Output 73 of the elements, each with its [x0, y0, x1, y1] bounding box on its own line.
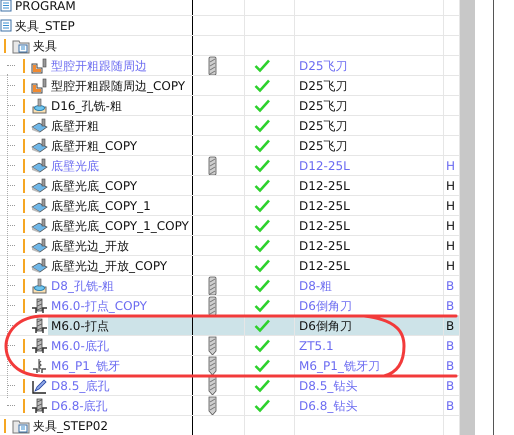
floor-mill-icon [31, 178, 48, 194]
floor-mill-icon [31, 138, 48, 154]
operation-name[interactable]: 底壁开粗 [51, 116, 99, 134]
drill-icon [31, 298, 48, 314]
tool-name: D25飞刀 [299, 78, 348, 94]
program-icon [0, 18, 12, 33]
table-cell-text: H [446, 158, 456, 174]
tool-name: D8-粗 [299, 278, 332, 294]
operation-name[interactable]: D8.5_底孔 [51, 376, 110, 394]
operation-name[interactable]: D6.8-底孔 [51, 396, 108, 414]
operation-name[interactable]: D8_孔铣-粗 [51, 276, 114, 294]
thread-mill-icon [31, 358, 48, 374]
selection-highlight[interactable]: M6.0-打点 D6倒角刀 B [0, 316, 460, 336]
table-cell-text: B [446, 358, 454, 374]
tool-name: D12-25L [299, 178, 350, 194]
table-cell-text: B [446, 278, 454, 294]
drill-icon [31, 398, 48, 414]
tool-name: D12-25L [299, 258, 350, 274]
table-cell-text: H [446, 178, 456, 194]
operation-name[interactable]: 夹具 [33, 36, 57, 54]
table-cell-text: B [446, 318, 454, 334]
operation-name[interactable]: 底壁光底_COPY [51, 176, 138, 194]
tool-name: D25飞刀 [299, 138, 348, 154]
tool-name: D12-25L [299, 158, 350, 174]
program-icon [0, 0, 12, 13]
operation-name[interactable]: 底壁光边_开放 [51, 236, 129, 254]
operation-name[interactable]: M6.0-打点_COPY [51, 296, 147, 314]
tool-name: D25飞刀 [299, 118, 348, 134]
drill-icon [31, 318, 48, 334]
tool-name: D25飞刀 [299, 98, 348, 114]
table-cell-text: H [446, 238, 456, 254]
operation-name[interactable]: M6.0-底孔 [51, 336, 109, 354]
floor-mill-icon [31, 238, 48, 254]
operation-name[interactable]: M6_P1_铣牙 [51, 356, 120, 374]
tool-name: D8.5_钻头 [299, 378, 358, 394]
table-cell-text: B [446, 378, 454, 394]
operation-name[interactable]: 型腔开粗跟随周边_COPY [51, 76, 186, 94]
operation-name[interactable]: 型腔开粗跟随周边 [51, 56, 147, 74]
tool-name: D6倒角刀 [299, 318, 352, 334]
operation-name[interactable]: 底壁光边_开放_COPY [51, 256, 168, 274]
table-cell-text: H [446, 218, 456, 234]
table-cell-text: B [446, 298, 454, 314]
operation-name[interactable]: D16_孔铣-粗 [51, 96, 122, 114]
operation-name[interactable]: 底壁光底_COPY_1_COPY [51, 216, 189, 234]
tool-name: D12-25L [299, 218, 350, 234]
floor-mill-icon [31, 118, 48, 134]
floor-mill-icon [31, 198, 48, 214]
operation-name[interactable]: M6.0-打点 [51, 316, 109, 334]
operation-name[interactable]: 夹具_STEP02 [33, 416, 108, 434]
floor-mill-icon [31, 258, 48, 274]
tool-name: ZT5.1 [299, 338, 334, 354]
table-cell-text: H [446, 258, 456, 274]
tool-name: D6倒角刀 [299, 298, 352, 314]
drill-icon [31, 338, 48, 354]
scrollbar[interactable] [460, 0, 475, 435]
operation-name[interactable]: PROGRAM [15, 0, 76, 14]
operation-name[interactable]: 底壁光底_COPY_1 [51, 196, 151, 214]
tool-name: D25飞刀 [299, 58, 348, 74]
table-cell-text: H [446, 198, 456, 214]
table-cell-text: B [446, 338, 454, 354]
tool-name: D12-25L [299, 198, 350, 214]
hole-mill-icon [31, 98, 48, 114]
tool-name: D6.8_钻头 [299, 398, 358, 414]
tool-name: D12-25L [299, 238, 350, 254]
operation-name[interactable]: 底壁开粗_COPY [51, 136, 138, 154]
hole-mill-icon [31, 278, 48, 294]
floor-mill-icon [31, 218, 48, 234]
tool-name: M6_P1_铣牙刀 [299, 358, 380, 374]
table-cell-text: B [446, 398, 454, 414]
pencil-icon [31, 378, 48, 394]
operation-name[interactable]: 夹具_STEP [15, 16, 75, 34]
floor-mill-icon [31, 158, 48, 174]
operation-name[interactable]: 底壁光底 [51, 156, 99, 174]
